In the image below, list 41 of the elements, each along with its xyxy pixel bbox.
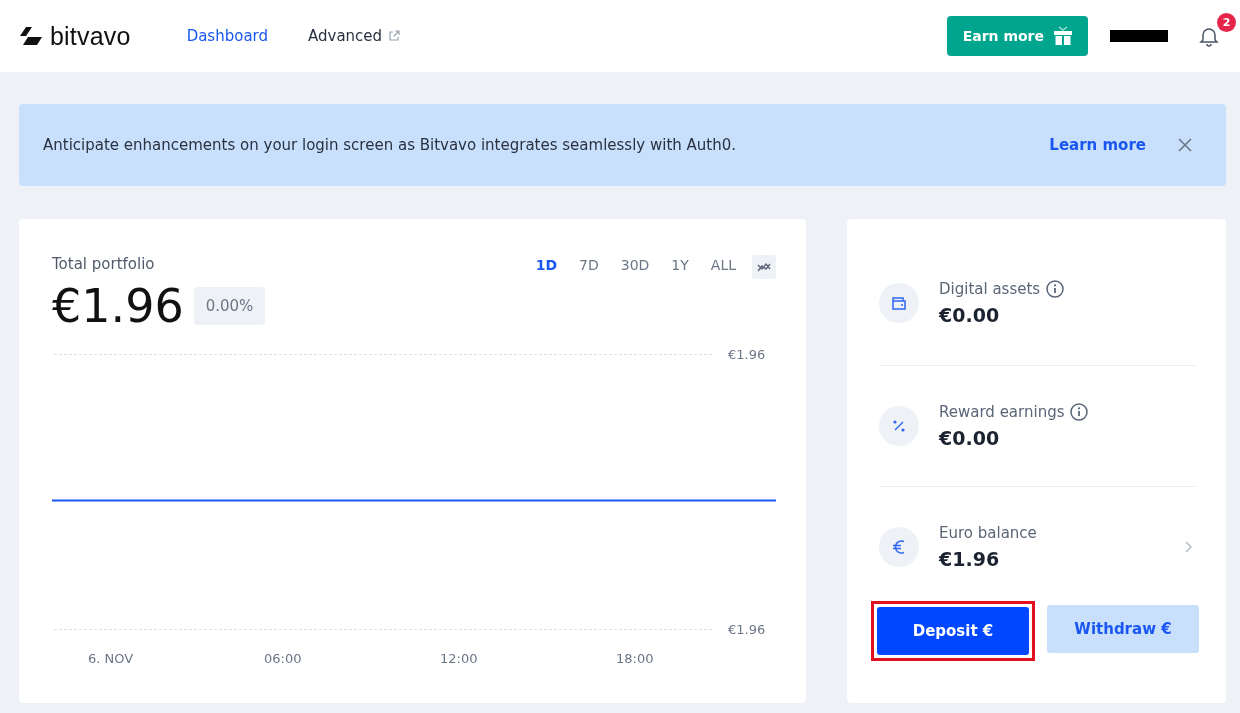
balance-label: Digital assets (939, 280, 1041, 298)
nav-link[interactable]: Advanced (308, 27, 401, 45)
logo-icon (20, 27, 44, 45)
range-tab[interactable]: 30D (620, 255, 650, 273)
range-tab[interactable]: 1Y (671, 255, 689, 273)
banner-text: Anticipate enhancements on your login screen as Bitvavo integrates seamlessly with Auth0. (43, 136, 738, 154)
axis-label: 18:00 (616, 651, 655, 666)
info-icon[interactable] (1070, 403, 1089, 421)
learn-more-link[interactable]: Learn more (1049, 136, 1146, 154)
gift-icon (1054, 26, 1072, 46)
balance-label: Reward earnings (939, 403, 1065, 421)
range-tab[interactable]: ALL (710, 255, 736, 273)
euro-icon (892, 538, 906, 556)
balance-value: €0.00 (939, 304, 1001, 326)
bell-icon[interactable] (1198, 25, 1220, 47)
external-link-icon (388, 30, 401, 42)
deposit-button[interactable]: Deposit € (877, 607, 1029, 655)
balance-value: €1.96 (939, 548, 1001, 570)
balance-value: €0.00 (939, 427, 1001, 449)
close-icon[interactable] (1178, 138, 1192, 152)
logo-text: bitvavo (50, 21, 131, 51)
withdraw-button[interactable]: Withdraw € (1047, 605, 1199, 653)
portfolio-title: Total portfolio (52, 255, 156, 273)
balance-label: Euro balance (939, 524, 1037, 542)
axis-label: €1.96 (728, 622, 767, 637)
axis-label: 06:00 (264, 651, 303, 666)
notification-badge: 2 (1217, 13, 1236, 32)
axis-label: €1.96 (728, 347, 767, 362)
earn-more-button[interactable]: Earn more (946, 16, 1088, 56)
range-tab[interactable]: 1D (535, 255, 558, 273)
info-icon[interactable] (1046, 280, 1065, 298)
percent-icon (892, 419, 906, 433)
chart-type-button[interactable] (752, 255, 776, 279)
change-badge: 0.00% (193, 287, 266, 325)
nav-link[interactable]: Dashboard (186, 27, 268, 45)
axis-label: 12:00 (440, 651, 479, 666)
axis-label: 6. NOV (88, 651, 135, 666)
wallet-icon (891, 295, 907, 311)
portfolio-value: €1.96 (52, 279, 184, 333)
logo[interactable]: bitvavo (20, 21, 131, 51)
range-tab[interactable]: 7D (579, 255, 599, 273)
